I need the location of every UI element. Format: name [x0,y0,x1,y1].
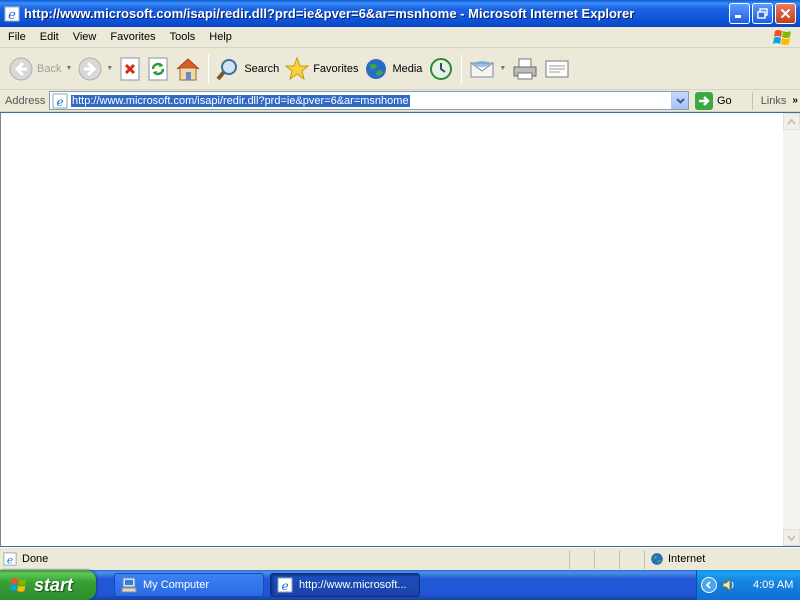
taskbar-button-label: My Computer [143,579,210,591]
status-cell [570,549,595,569]
scroll-up-button[interactable] [783,113,800,130]
windows-logo-icon [773,30,791,45]
menu-view[interactable]: View [66,31,104,43]
taskbar: start My Computer e http://www.microsoft… [0,570,800,600]
forward-button[interactable]: ▼ [75,51,116,87]
stop-icon [120,57,140,80]
links-chevron-icon[interactable]: » [792,95,798,106]
chevron-left-icon [705,581,711,589]
windows-logo-icon [9,578,27,592]
history-icon [430,57,453,80]
forward-arrow-icon [78,57,102,80]
menu-edit[interactable]: Edit [33,31,66,43]
go-arrow-icon [695,91,713,110]
media-label: Media [392,62,423,75]
status-text: Done [22,553,49,565]
menu-tools[interactable]: Tools [163,31,203,43]
scroll-down-icon [787,534,796,541]
start-button[interactable]: start [0,570,96,600]
close-icon [780,8,791,19]
minimize-button[interactable] [729,3,750,24]
home-button[interactable] [172,51,204,87]
address-dropdown-button[interactable] [671,92,688,109]
refresh-icon [148,57,168,80]
svg-text:e: e [281,579,288,593]
back-label: Back [37,62,62,75]
search-button[interactable]: Search [213,51,282,87]
media-button[interactable]: Media [361,51,425,87]
my-computer-icon [121,577,137,593]
taskbar-button-my-computer[interactable]: My Computer [114,573,264,597]
favorites-label: Favorites [313,62,359,75]
window-title: http://www.microsoft.com/isapi/redir.dll… [24,6,635,21]
scroll-up-icon [787,118,796,125]
media-globe-icon [366,58,387,79]
security-zone[interactable]: Internet [645,550,705,569]
history-button[interactable] [425,51,457,87]
edit-button[interactable] [541,51,573,87]
address-input[interactable]: e http://www.microsoft.com/isapi/redir.d… [49,91,689,110]
search-label: Search [244,62,280,75]
status-bar: e Done Internet [0,547,800,570]
zone-label: Internet [668,553,706,565]
internet-zone-icon [651,553,663,565]
taskbar-button-label: http://www.microsoft... [299,579,407,591]
clock[interactable]: 4:09 AM [753,579,793,591]
status-main: e Done [0,549,570,569]
refresh-button[interactable] [144,51,172,87]
page-icon: e [52,93,68,109]
toolbar-separator [461,53,463,84]
minimize-icon [735,15,741,18]
back-arrow-icon [9,57,33,80]
vertical-scrollbar[interactable] [783,113,800,546]
mail-icon [470,60,494,77]
links-separator [751,91,753,110]
back-dropdown-icon[interactable]: ▼ [65,65,72,72]
menu-bar: File Edit View Favorites Tools Help [0,27,800,48]
internet-explorer-icon: e [4,6,20,22]
page-done-icon: e [3,552,17,566]
standard-toolbar: Back ▼ ▼ Search Favorites Media ▼ [0,48,800,90]
title-bar[interactable]: e http://www.microsoft.com/isapi/redir.d… [0,0,800,27]
taskbar-button-internet-explorer[interactable]: e http://www.microsoft... [270,573,420,597]
menu-favorites[interactable]: Favorites [103,31,162,43]
internet-explorer-icon: e [277,577,293,593]
search-icon [216,58,238,80]
edit-document-icon [545,60,569,77]
mail-button[interactable]: ▼ [466,51,509,87]
forward-dropdown-icon[interactable]: ▼ [106,65,113,72]
chevron-down-icon [675,97,685,104]
links-label[interactable]: Links [761,95,787,107]
restore-button[interactable] [752,3,773,24]
address-label: Address [5,94,46,107]
tray-expand-button[interactable] [701,577,717,593]
svg-text:e: e [7,554,13,566]
status-cell [595,549,620,569]
volume-icon[interactable] [721,577,737,593]
start-label: start [34,574,74,595]
favorites-star-icon [285,56,310,80]
stop-button[interactable] [116,51,144,87]
close-button[interactable] [775,3,796,24]
svg-text:e: e [56,95,63,109]
restore-icon [757,8,768,19]
page-content[interactable] [0,113,783,546]
go-button[interactable]: Go [695,91,732,110]
mail-dropdown-icon[interactable]: ▼ [499,65,506,72]
menu-help[interactable]: Help [202,31,239,43]
printer-icon [513,58,537,79]
scroll-down-button[interactable] [783,529,800,546]
address-url[interactable]: http://www.microsoft.com/isapi/redir.dll… [71,94,410,107]
print-button[interactable] [509,51,541,87]
home-icon [177,57,200,80]
svg-text:e: e [8,8,16,22]
menu-file[interactable]: File [0,31,33,43]
system-tray: 4:09 AM [696,570,800,600]
go-label: Go [717,94,732,107]
back-button[interactable]: Back ▼ [6,51,75,87]
toolbar-separator [208,53,210,84]
status-cell [620,549,645,569]
favorites-button[interactable]: Favorites [282,51,361,87]
address-bar: Address e http://www.microsoft.com/isapi… [0,90,800,112]
